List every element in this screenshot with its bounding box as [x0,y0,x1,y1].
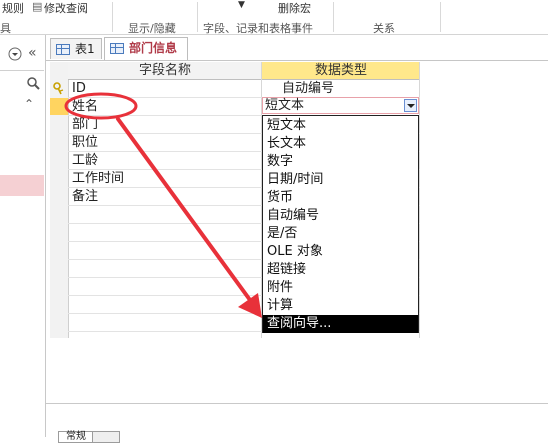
annotation-overlay [64,92,262,318]
annotation-arrow-shaft [116,117,252,302]
highlight-ellipse [64,92,138,120]
